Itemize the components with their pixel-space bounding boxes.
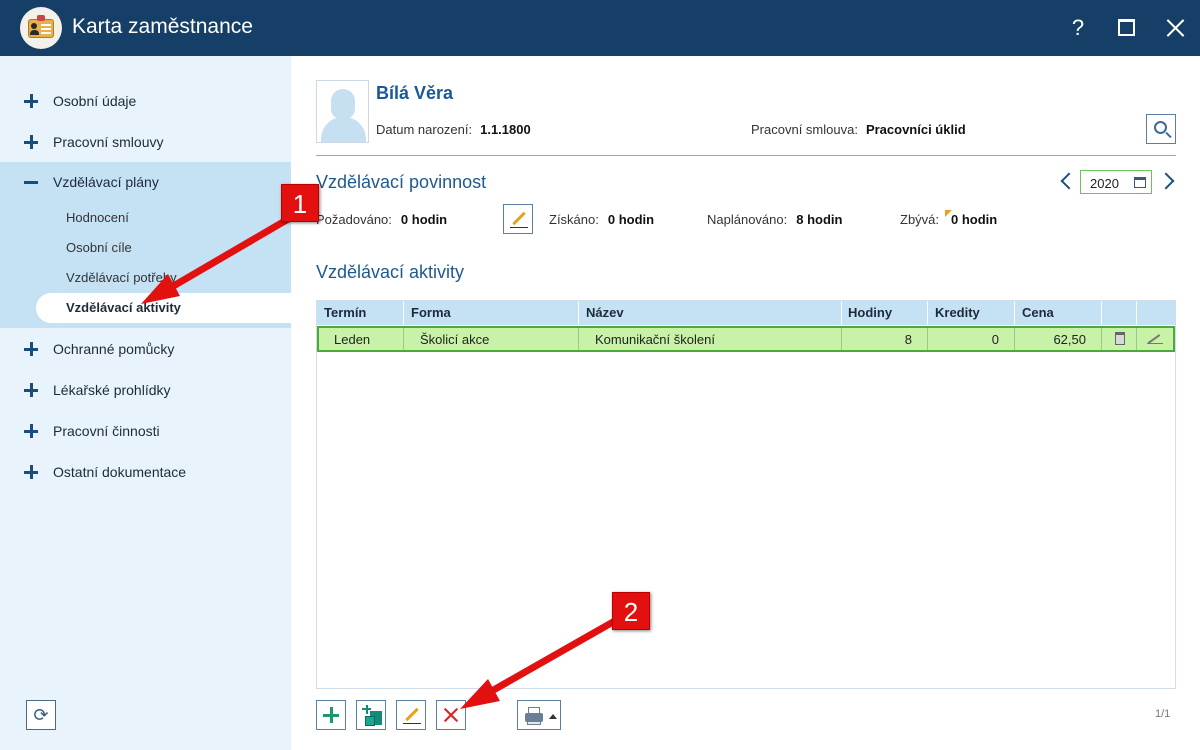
obligation-title: Vzdělávací povinnost xyxy=(316,172,487,192)
sidebar-item-vzdelavaci-plany[interactable]: Vzdělávací plány xyxy=(0,162,291,202)
table-header: Termín Forma Název Hodiny Kredity Cena xyxy=(317,301,1175,325)
plus-icon xyxy=(24,342,38,356)
column-header-kredity[interactable]: Kredity xyxy=(935,305,980,320)
column-header-termin[interactable]: Termín xyxy=(324,305,366,320)
sidebar-subitem-hodnoceni[interactable]: Hodnocení xyxy=(36,203,291,233)
employee-card-icon xyxy=(20,7,62,49)
next-year-button[interactable] xyxy=(1157,172,1175,192)
employee-name: Bílá Věra xyxy=(376,83,454,103)
help-button[interactable]: ? xyxy=(1060,10,1096,46)
previous-year-button[interactable] xyxy=(1059,172,1078,192)
avatar xyxy=(316,80,369,143)
add-copy-button[interactable] xyxy=(356,700,386,730)
window-title: Karta zaměstnance xyxy=(72,15,253,38)
plus-icon xyxy=(24,424,38,438)
stat-required: Požadováno: 0 hodin xyxy=(316,212,448,227)
birth-date: Datum narození: 1.1.1800 xyxy=(376,122,531,137)
main-panel: Bílá Věra Datum narození: 1.1.1800 Pracov… xyxy=(291,56,1200,750)
sidebar-item-ochranne-pomucky[interactable]: Ochranné pomůcky xyxy=(0,329,291,369)
sidebar-subitem-vzdelavaci-potreby[interactable]: Vzdělávací potřeby xyxy=(36,263,291,293)
column-header-forma[interactable]: Forma xyxy=(411,305,451,320)
chevron-right-icon xyxy=(1157,172,1175,190)
search-button[interactable] xyxy=(1146,114,1176,144)
edit-obligation-button[interactable] xyxy=(503,204,533,234)
sidebar-subitem-vzdelavaci-aktivity[interactable]: Vzdělávací aktivity xyxy=(36,293,291,323)
sidebar-item-osobni-udaje[interactable]: Osobní údaje xyxy=(0,81,291,121)
sidebar-item-pracovni-cinnosti[interactable]: Pracovní činnosti xyxy=(0,411,291,451)
print-button[interactable] xyxy=(517,700,561,730)
minus-icon xyxy=(24,175,38,189)
annotation-badge-2: 2 xyxy=(612,592,650,630)
divider xyxy=(316,155,1176,156)
pencil-icon xyxy=(512,211,526,226)
refresh-icon: ⟳ xyxy=(33,705,49,725)
chevron-left-icon xyxy=(1060,172,1078,190)
chevron-up-icon xyxy=(549,714,557,719)
column-header-hodiny[interactable]: Hodiny xyxy=(848,305,892,320)
year-picker[interactable]: 2020 xyxy=(1080,170,1152,194)
employment-contract: Pracovní smlouva: Pracovníci úklid xyxy=(751,122,966,137)
stat-planned: Naplánováno: 8 hodin xyxy=(707,212,843,227)
edit-button[interactable] xyxy=(396,700,426,730)
plus-icon xyxy=(24,383,38,397)
sidebar-subitem-osobni-cile[interactable]: Osobní cíle xyxy=(36,233,291,263)
sidebar: Osobní údaje Pracovní smlouvy Vzdělávací… xyxy=(0,56,291,750)
plus-icon xyxy=(24,465,38,479)
delete-button[interactable] xyxy=(436,700,466,730)
refresh-button[interactable]: ⟳ xyxy=(26,700,56,730)
sidebar-item-ostatni-dokumentace[interactable]: Ostatní dokumentace xyxy=(0,452,291,492)
maximize-button[interactable] xyxy=(1108,10,1144,46)
calendar-icon xyxy=(1134,177,1146,188)
column-header-nazev[interactable]: Název xyxy=(586,305,624,320)
delete-row-icon[interactable] xyxy=(1115,332,1125,345)
plus-icon xyxy=(24,135,38,149)
pencil-icon xyxy=(405,707,419,722)
stat-earned: Získáno: 0 hodin xyxy=(549,212,655,227)
add-button[interactable] xyxy=(316,700,346,730)
warning-flag-icon xyxy=(945,210,952,217)
title-bar: Karta zaměstnance ? xyxy=(0,0,1200,56)
column-header-cena[interactable]: Cena xyxy=(1022,305,1054,320)
maximize-icon xyxy=(1118,19,1135,36)
table-row[interactable]: Leden Školicí akce Komunikační školení 8… xyxy=(317,326,1175,352)
sidebar-item-pracovni-smlouvy[interactable]: Pracovní smlouvy xyxy=(0,122,291,162)
annotation-badge-1: 1 xyxy=(281,184,319,222)
pager: 1/1 xyxy=(1155,708,1171,720)
sidebar-item-lekarske-prohlidky[interactable]: Lékařské prohlídky xyxy=(0,370,291,410)
close-button[interactable] xyxy=(1157,10,1193,46)
sidebar-subitems: Hodnocení Osobní cíle Vzdělávací potřeby… xyxy=(0,202,291,328)
activities-table: Termín Forma Název Hodiny Kredity Cena L… xyxy=(316,300,1176,689)
activities-title: Vzdělávací aktivity xyxy=(316,262,465,282)
plus-icon xyxy=(24,94,38,108)
